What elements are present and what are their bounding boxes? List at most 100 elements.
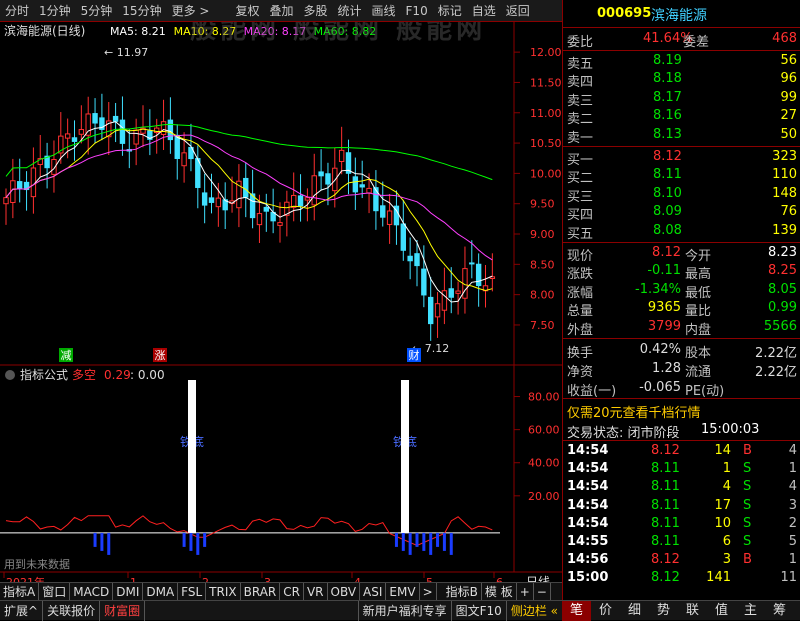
quote-cell: 现价 [567, 249, 594, 264]
indicator-tab[interactable]: CR [280, 582, 304, 601]
candle-body [421, 268, 427, 296]
indicator-tab[interactable]: > [420, 582, 437, 601]
toolbar-item[interactable]: 自选 [467, 2, 501, 19]
candle-body [469, 262, 475, 265]
quote-cell: 4 [722, 479, 731, 495]
right-panel-tab[interactable]: 筹 [765, 601, 794, 621]
toolbar-item[interactable]: F10 [401, 4, 433, 18]
indicator-tab[interactable]: 指标A [0, 582, 40, 601]
quote-cell: 141 [706, 570, 731, 586]
quote-cell: 1 [788, 552, 797, 568]
y-tick-label: 9.50 [530, 198, 555, 211]
candlestick-series [3, 93, 496, 341]
toolbar-item[interactable]: 多股 [298, 2, 332, 19]
quote-cell: 收益(一) [567, 384, 617, 399]
quote-cell: 99 [780, 89, 797, 105]
chart-area[interactable]: 滨海能源(日线) MA5: 8.21 MA10: 8.27 MA20: 8.17 MA6… [0, 22, 562, 594]
bottom-left-item[interactable]: 财富圈 [100, 600, 146, 621]
right-panel-tab[interactable]: 值 [707, 601, 736, 621]
bottom-right-item[interactable]: 新用户福利专享 [357, 600, 451, 621]
bottom-left-item[interactable]: 扩展^ [0, 600, 44, 621]
candle-body [181, 152, 187, 167]
indicator-tab[interactable]: DMI [113, 582, 144, 601]
quote-cell: 14:54 [567, 515, 609, 531]
bottom-right-item[interactable]: 侧边栏 « [505, 600, 562, 621]
toolbar-item[interactable]: 画线 [367, 2, 401, 19]
toolbar-item[interactable]: 更多 > [167, 2, 215, 19]
indicator-tab[interactable]: TRIX [206, 582, 241, 601]
indicator-tab[interactable]: − [534, 582, 551, 601]
toolbar-item[interactable]: 叠加 [264, 2, 298, 19]
indicator-histogram-bar [189, 532, 193, 551]
candle-body [428, 296, 434, 325]
stat-row: 现价 8.12 今开 8.23 [563, 244, 800, 264]
quote-cell: PE(动) [685, 384, 725, 399]
candle-body [85, 113, 91, 136]
indicator-tab[interactable]: 指标B [443, 582, 482, 601]
promo-link[interactable]: 仅需20元查看千档行情 [563, 401, 800, 421]
toolbar-item[interactable]: 1分钟 [34, 2, 76, 19]
y-tick-label: 10.50 [530, 137, 562, 150]
candle-body [414, 253, 420, 267]
quote-cell: 14:54 [567, 461, 609, 477]
indicator-tab[interactable]: ASI [360, 582, 387, 601]
bottom-left-item[interactable]: 关联报价 [43, 600, 101, 621]
tick-row: 14:54 8.11 17 S 3 [563, 497, 800, 516]
quote-cell: 外盘 [567, 322, 594, 338]
indicator-histogram-bar [203, 532, 207, 547]
right-panel-tab[interactable]: 笔 [562, 600, 591, 621]
right-panel-tab[interactable]: 主 [736, 601, 765, 621]
toolbar-item[interactable]: 标记 [433, 2, 467, 19]
indicator-line [5, 515, 493, 547]
toolbar-item[interactable]: 统计 [333, 2, 367, 19]
indicator-tab[interactable]: 模 板 [482, 582, 517, 601]
indicator-tab[interactable]: BRAR [241, 582, 281, 601]
quote-cell: 8.11 [651, 461, 680, 477]
quote-cell: 最高 [685, 267, 712, 283]
indicator-menu-icon[interactable] [5, 370, 15, 380]
toolbar-item[interactable]: 分时 [0, 2, 34, 19]
right-panel-tab[interactable]: 价 [591, 601, 620, 621]
right-panel-tab[interactable]: 势 [649, 601, 678, 621]
quote-cell: 3 [788, 497, 797, 513]
indicator-tab-bar: 指标A 窗口 MACD DMI DMA FSL TRIX BRAR CR VR OBV ASI EMV >… [0, 582, 562, 601]
quote-cell: 11 [780, 570, 797, 586]
candle-body [304, 197, 311, 201]
indicator-tab[interactable]: DMA [143, 582, 179, 601]
candle-body [297, 195, 304, 207]
indicator-tab[interactable]: + [517, 582, 534, 601]
candle-body [201, 192, 208, 206]
stat2-row: 净资 1.28 流通 2.22亿 [563, 360, 800, 380]
indicator-name[interactable]: 指标公式 [20, 367, 68, 382]
indicator-tab[interactable]: MACD [70, 582, 114, 601]
quote-cell: 323 [772, 149, 797, 164]
quote-cell: 今开 [685, 249, 712, 264]
indicator-tab[interactable]: OBV [328, 582, 361, 601]
quote-cell: 14:55 [567, 534, 609, 549]
y-tick-label: 8.00 [530, 289, 555, 302]
toolbar-item[interactable]: 复权 [230, 2, 264, 19]
quote-cell: S [743, 479, 752, 495]
indicator-tab[interactable]: FSL [178, 582, 207, 601]
bottom-right-item[interactable]: 图文F10 [450, 600, 506, 621]
right-panel-tab[interactable]: 联 [678, 601, 707, 621]
y-tick-label: 12.00 [530, 46, 562, 59]
quote-cell: 8.12 [653, 149, 682, 164]
toolbar-item[interactable]: 5分钟 [76, 2, 118, 19]
toolbar-item[interactable]: 返回 [501, 2, 535, 19]
ask-row: 卖一 8.13 50 [563, 126, 800, 146]
right-panel-tab[interactable]: 细 [620, 601, 649, 621]
candle-body [71, 137, 78, 142]
quote-cell: 8.11 [651, 497, 680, 513]
indicator-tab[interactable]: 窗口 [39, 582, 71, 601]
indicator-tab[interactable]: EMV [386, 582, 420, 601]
candle-body [332, 167, 338, 192]
candle-body [263, 206, 270, 212]
toolbar-item[interactable]: 15分钟 [117, 2, 166, 19]
quote-cell: 卖四 [567, 75, 594, 91]
indicator-tab[interactable]: VR [304, 582, 328, 601]
quote-cell: 4 [788, 479, 797, 495]
future-data-note: 用到未来数据 [4, 557, 70, 571]
quote-cell: -0.11 [647, 263, 681, 279]
bid-row: 买二 8.11 110 [563, 166, 800, 186]
